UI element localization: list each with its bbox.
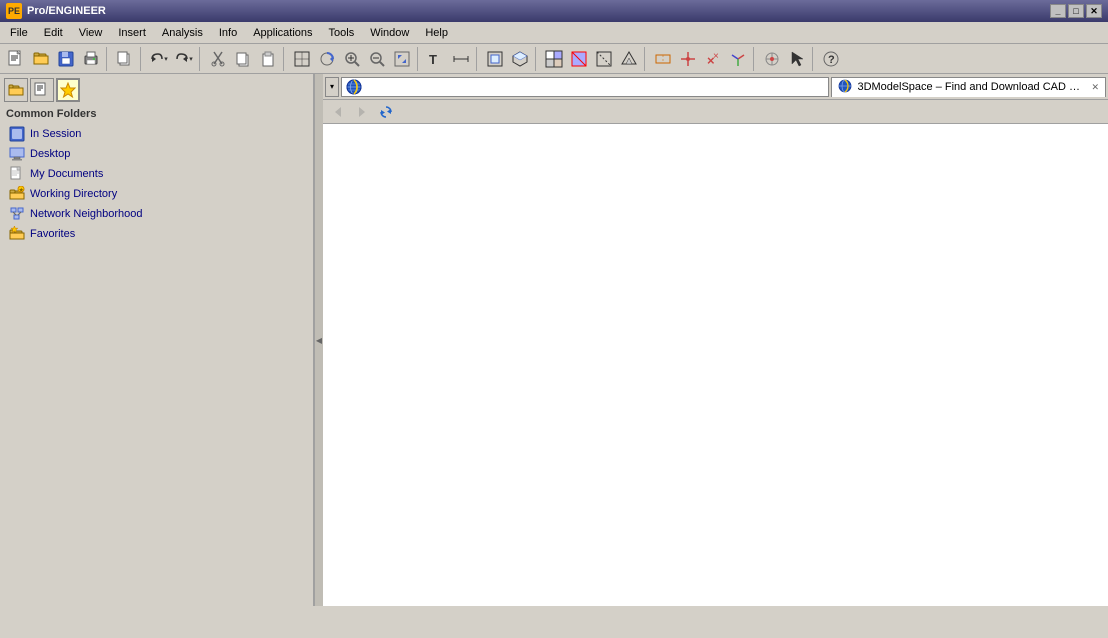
toolbar-separator-8 (644, 47, 648, 71)
menu-help[interactable]: Help (417, 22, 456, 43)
view-2d-button[interactable] (483, 47, 507, 71)
browser-history-dropdown[interactable]: ▾ (325, 77, 339, 97)
favorites-icon (8, 226, 26, 242)
dimension-button[interactable] (449, 47, 473, 71)
maximize-button[interactable]: □ (1068, 4, 1084, 18)
folder-nav-button[interactable] (4, 78, 28, 102)
folder-network-neighborhood[interactable]: Network Neighborhood (4, 204, 309, 224)
close-button[interactable]: ✕ (1086, 4, 1102, 18)
desktop-icon (8, 146, 26, 162)
folder-working-directory[interactable]: ★ Working Directory (4, 184, 309, 204)
folder-in-session[interactable]: In Session (4, 124, 309, 144)
toolbar-separator-4 (283, 47, 287, 71)
folder-my-documents[interactable]: My Documents (4, 164, 309, 184)
panel-toolbar (4, 78, 309, 102)
menu-applications[interactable]: Applications (245, 22, 320, 43)
svg-text:T: T (429, 52, 437, 67)
toolbar-separator-1 (106, 47, 110, 71)
main-toolbar: ▾ ▾ T (0, 44, 1108, 74)
bookmark-button[interactable] (56, 78, 80, 102)
redo-button[interactable]: ▾ (172, 47, 196, 71)
spin-button[interactable] (315, 47, 339, 71)
network-icon (8, 206, 26, 222)
menu-insert[interactable]: Insert (110, 22, 154, 43)
spin-center-button[interactable] (760, 47, 784, 71)
color-edge-button[interactable] (567, 47, 591, 71)
browser-toolbar: ▾ (323, 74, 1108, 100)
folder-desktop[interactable]: Desktop (4, 144, 309, 164)
zoom-in-button[interactable] (340, 47, 364, 71)
toolbar-separator-10 (812, 47, 816, 71)
main-layout: Common Folders In Session Desktop My Doc… (0, 74, 1108, 606)
tab-label: 3DModelSpace – Find and Download CAD Mod… (857, 81, 1087, 93)
app-title: Pro/ENGINEER (27, 5, 106, 17)
browser-tab[interactable]: 3DModelSpace – Find and Download CAD Mod… (831, 77, 1106, 97)
layer-tree-button[interactable] (30, 78, 54, 102)
browser-address-bar (341, 77, 829, 97)
minimize-button[interactable]: _ (1050, 4, 1066, 18)
undo-button[interactable]: ▾ (147, 47, 171, 71)
toolbar-separator-9 (753, 47, 757, 71)
menu-window[interactable]: Window (362, 22, 417, 43)
menu-edit[interactable]: Edit (36, 22, 71, 43)
menu-tools[interactable]: Tools (321, 22, 363, 43)
menu-analysis[interactable]: Analysis (154, 22, 211, 43)
tab-close-icon[interactable]: ✕ (1091, 82, 1099, 93)
toolbar-separator-3 (199, 47, 203, 71)
new-button[interactable] (4, 47, 28, 71)
browser-content (323, 124, 1108, 606)
browser-panel: ▾ (323, 74, 1108, 606)
open-button[interactable] (29, 47, 53, 71)
toolbar-separator-2 (140, 47, 144, 71)
menu-info[interactable]: Info (211, 22, 245, 43)
menu-file[interactable]: File (2, 22, 36, 43)
no-hidden-button[interactable] (617, 47, 641, 71)
menu-view[interactable]: View (71, 22, 111, 43)
browser-back-button[interactable] (327, 102, 349, 122)
cut-button[interactable] (206, 47, 230, 71)
window-controls: _ □ ✕ (1050, 4, 1102, 18)
folder-favorites[interactable]: Favorites (4, 224, 309, 244)
hidden-line-button[interactable] (592, 47, 616, 71)
browser-forward-button[interactable] (351, 102, 373, 122)
select-mode-button[interactable] (785, 47, 809, 71)
copy-button[interactable] (231, 47, 255, 71)
toolbar-separator-5 (417, 47, 421, 71)
menu-bar: File Edit View Insert Analysis Info Appl… (0, 22, 1108, 44)
datum-csys-button[interactable] (726, 47, 750, 71)
svg-text:×: × (713, 51, 719, 62)
paste-button[interactable] (256, 47, 280, 71)
repaint-button[interactable] (290, 47, 314, 71)
shading-button[interactable] (542, 47, 566, 71)
browser-nav (323, 100, 1108, 124)
browser-refresh-button[interactable] (375, 102, 397, 122)
common-folders-heading: Common Folders (4, 108, 309, 120)
left-panel: Common Folders In Session Desktop My Doc… (0, 74, 315, 606)
text-tool-button[interactable]: T (424, 47, 448, 71)
toolbar-separator-6 (476, 47, 480, 71)
datum-planes-button[interactable] (651, 47, 675, 71)
app-icon: PE (6, 3, 22, 19)
title-bar: PE Pro/ENGINEER _ □ ✕ (0, 0, 1108, 22)
view-3d-button[interactable] (508, 47, 532, 71)
svg-text:?: ? (828, 54, 835, 66)
address-bar-icon (346, 79, 362, 95)
print-button[interactable] (79, 47, 103, 71)
datum-axes-button[interactable] (676, 47, 700, 71)
save-button[interactable] (54, 47, 78, 71)
panel-resize-handle[interactable] (315, 74, 323, 606)
datum-points-button[interactable]: ×× (701, 47, 725, 71)
zoom-out-button[interactable] (365, 47, 389, 71)
zoom-fit-button[interactable] (390, 47, 414, 71)
help-button[interactable]: ? (819, 47, 843, 71)
svg-text:★: ★ (19, 188, 24, 194)
in-session-icon (8, 126, 26, 142)
tab-globe-icon (838, 79, 854, 95)
copy-special-button[interactable] (113, 47, 137, 71)
browser-url-input[interactable] (365, 81, 824, 93)
toolbar-separator-7 (535, 47, 539, 71)
working-directory-icon: ★ (8, 186, 26, 202)
my-documents-icon (8, 166, 26, 182)
